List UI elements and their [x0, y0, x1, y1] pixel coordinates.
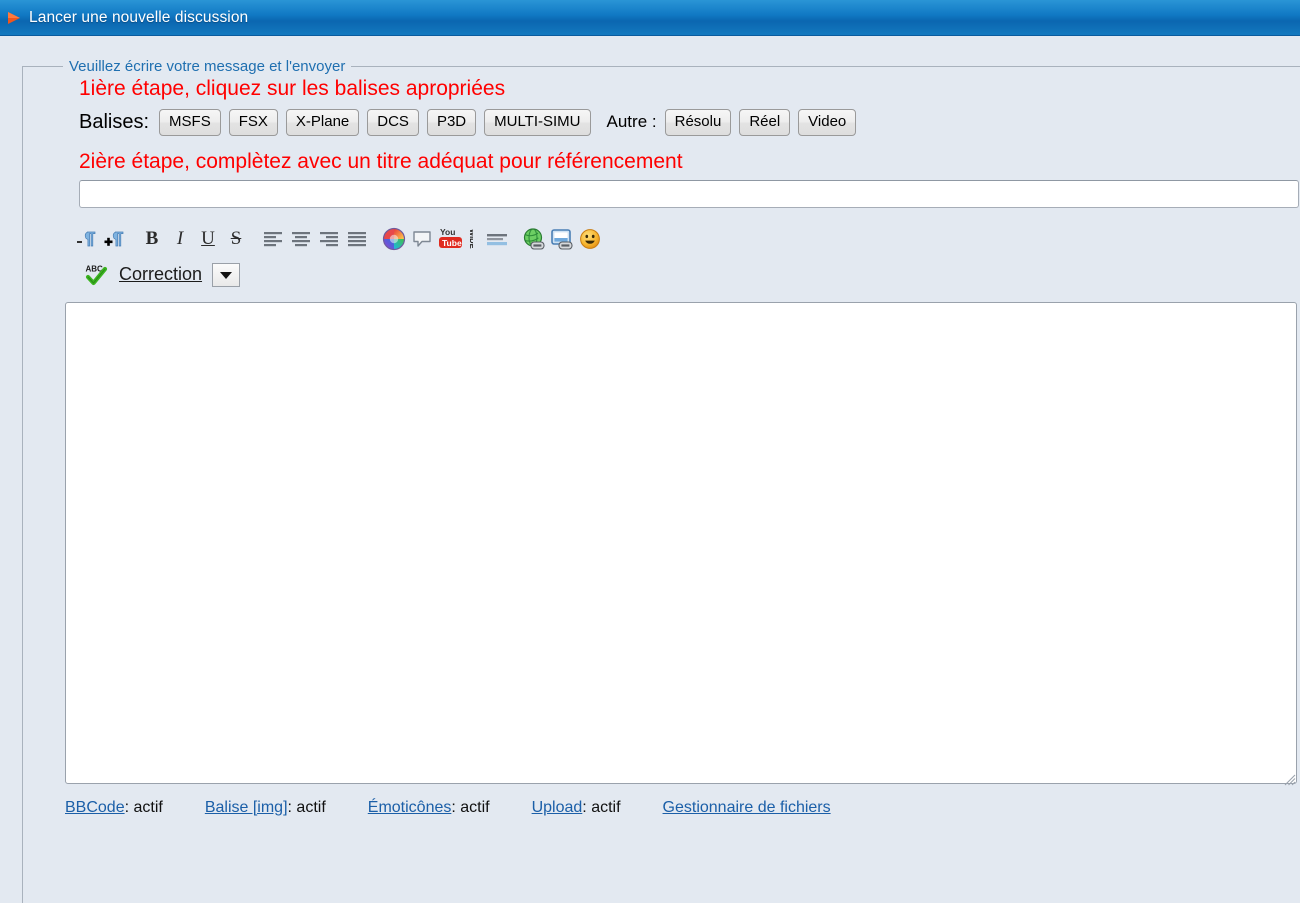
editor-footer: BBCode: actif Balise [img]: actif Émotic… [65, 799, 1299, 817]
tag-button-x-plane[interactable]: X-Plane [285, 109, 360, 136]
align-right-icon[interactable] [315, 225, 343, 253]
discussion-title-input[interactable] [79, 179, 1299, 208]
spellcheck-abc-icon: ABC [85, 263, 111, 287]
footer-state-upload: : actif [582, 798, 621, 816]
footer-item-gestionnaire: Gestionnaire de fichiers [663, 799, 831, 817]
smiley-icon[interactable] [576, 225, 604, 253]
horizontal-rule-icon[interactable] [483, 225, 511, 253]
page-body: Veuillez écrire votre message et l'envoy… [0, 36, 1300, 903]
spellcheck-link[interactable]: Correction [119, 264, 202, 285]
message-textarea[interactable] [65, 301, 1297, 784]
footer-item-balise-img: Balise [img]: actif [205, 799, 326, 817]
remove-paragraph-icon[interactable] [73, 225, 101, 253]
bold-icon[interactable]: B [138, 225, 166, 253]
insert-image-icon[interactable] [548, 225, 576, 253]
youtube-wide-icon[interactable]: You Tube WIDE [436, 225, 474, 253]
footer-link-bbcode[interactable]: BBCode [65, 799, 125, 816]
spellcheck-dropdown-button[interactable] [212, 262, 241, 287]
tags-label: Balises: [79, 110, 150, 133]
tag-button-reel[interactable]: Réel [739, 109, 791, 136]
new-discussion-form: Veuillez écrire votre message et l'envoy… [22, 58, 1300, 903]
tag-button-resolu[interactable]: Résolu [664, 109, 732, 136]
form-legend: Veuillez écrire votre message et l'envoy… [69, 58, 346, 75]
step-1-instruction: 1ière étape, cliquez sur les balises apr… [79, 77, 506, 100]
play-arrow-icon [8, 11, 20, 24]
text-color-icon[interactable] [380, 225, 408, 253]
tag-button-video[interactable]: Video [798, 109, 857, 136]
bold-glyph: B [145, 228, 159, 250]
step-2-instruction: 2ière étape, complètez avec un titre adé… [79, 149, 683, 173]
svg-text:WIDE: WIDE [468, 229, 473, 249]
footer-item-bbcode: BBCode: actif [65, 799, 163, 817]
footer-state-balise-img: : actif [287, 798, 326, 816]
window-title-bar: Lancer une nouvelle discussion [0, 0, 1300, 36]
tag-button-msfs[interactable]: MSFS [159, 109, 221, 136]
footer-link-upload[interactable]: Upload [532, 799, 583, 816]
other-tags-label: Autre : [606, 112, 657, 132]
footer-state-bbcode: : actif [124, 798, 163, 816]
svg-text:You: You [440, 227, 455, 237]
svg-text:Tube: Tube [442, 238, 462, 248]
footer-link-gestionnaire-de-fichiers[interactable]: Gestionnaire de fichiers [663, 799, 831, 816]
footer-item-emoticones: Émoticônes: actif [368, 799, 490, 817]
quote-icon[interactable] [408, 225, 436, 253]
tags-row: Balises: MSFS FSX X-Plane DCS P3D MULTI-… [79, 109, 1299, 136]
italic-icon[interactable]: I [166, 225, 194, 253]
underline-glyph: U [201, 228, 215, 250]
window-title: Lancer une nouvelle discussion [29, 8, 249, 26]
footer-link-balise-img[interactable]: Balise [img] [205, 799, 288, 816]
italic-glyph: I [176, 228, 184, 250]
tag-button-fsx[interactable]: FSX [228, 109, 278, 136]
strikethrough-icon[interactable]: S [222, 225, 250, 253]
add-paragraph-icon[interactable] [101, 225, 129, 253]
align-center-icon[interactable] [287, 225, 315, 253]
spellcheck-row: ABC Correction [85, 260, 1299, 290]
underline-icon[interactable]: U [194, 225, 222, 253]
align-left-icon[interactable] [259, 225, 287, 253]
tag-button-multi-simu[interactable]: MULTI-SIMU [484, 109, 591, 136]
chevron-down-icon [220, 271, 233, 279]
footer-link-emoticones[interactable]: Émoticônes [368, 799, 452, 816]
footer-state-emoticones: : actif [451, 798, 490, 816]
editor-toolbar: B I U S You Tube WIDE [73, 224, 1299, 254]
footer-item-upload: Upload: actif [532, 799, 621, 817]
tag-button-dcs[interactable]: DCS [367, 109, 419, 136]
insert-link-icon[interactable] [520, 225, 548, 253]
strikethrough-glyph: S [230, 228, 242, 250]
tag-button-p3d[interactable]: P3D [426, 109, 477, 136]
align-justify-icon[interactable] [343, 225, 371, 253]
